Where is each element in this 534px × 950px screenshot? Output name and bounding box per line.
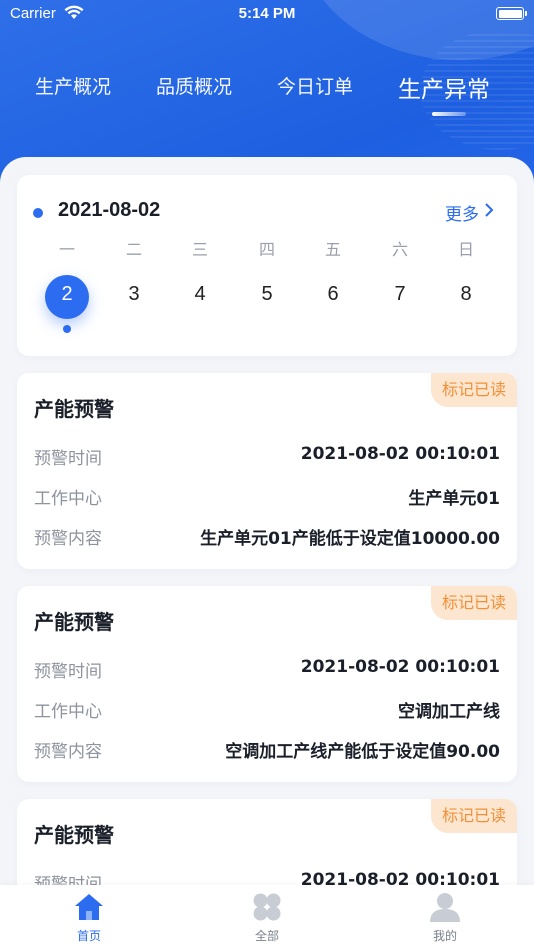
row-label: 预警内容 [34,529,102,549]
tab-label: 首页 [76,929,101,943]
tab-today-orders[interactable]: 今日订单 [277,72,353,99]
alert-row-time: 预警时间 2021-08-02 00:10:01 [34,657,500,682]
alert-title: 产能预警 [34,610,114,634]
home-icon [75,894,103,920]
row-value: 空调加工产线产能低于设定值90.00 [225,742,500,762]
row-label: 工作中心 [34,489,102,509]
alert-row-content: 预警内容 生产单元01产能低于设定值10000.00 [34,524,500,549]
more-link[interactable]: 更多 [445,200,479,225]
status-bar: Carrier 5:14 PM [0,0,534,30]
calendar-day[interactable]: 5 [245,283,289,306]
calendar-day[interactable]: 2 [45,283,89,306]
calendar-day[interactable]: 3 [112,283,156,306]
weekday-label: 六 [391,240,408,259]
calendar-dot-icon [33,208,49,218]
calendar-date: 2021-08-02 [58,199,161,221]
alert-row-content: 预警内容 空调加工产线产能低于设定值90.00 [34,737,500,762]
tab-all[interactable]: 全部 [227,885,307,950]
row-value: 空调加工产线 [398,702,500,722]
weekday-label: 四 [258,240,275,259]
weekday-label: 三 [191,240,208,259]
tab-mine[interactable]: 我的 [405,885,485,950]
calendar-day[interactable]: 4 [178,283,222,306]
chevron-right-icon[interactable] [484,202,494,218]
mark-read-button[interactable]: 标记已读 [431,799,517,833]
calendar-card: 2021-08-02 更多 一 二 三 四 五 六 日 2 3 4 5 6 7 … [17,175,517,356]
alert-row-work-center: 工作中心 生产单元01 [34,484,500,509]
selected-day-dot [63,325,71,333]
tab-quality-overview[interactable]: 品质概况 [156,72,232,99]
alert-row-time: 预警时间 2021-08-02 00:10:01 [34,444,500,469]
grid-icon [253,893,281,921]
row-value: 生产单元01产能低于设定值10000.00 [200,529,500,549]
battery-icon [496,7,527,20]
tab-label: 我的 [432,929,457,943]
weekday-label: 一 [58,240,75,259]
top-tabs: 生产概况 品质概况 今日订单 生产异常 [0,68,534,118]
row-value: 生产单元01 [408,489,500,509]
bottom-tab-bar: 首页 全部 我的 [0,885,534,950]
weekday-label: 二 [125,240,142,259]
row-label: 预警时间 [34,662,102,682]
mark-read-button[interactable]: 标记已读 [431,586,517,620]
tab-production-exceptions[interactable]: 生产异常 [398,70,490,104]
alert-card[interactable]: 产能预警 标记已读 预警时间 2021-08-02 00:10:01 工作中心 … [17,373,517,569]
alert-row-work-center: 工作中心 空调加工产线 [34,697,500,722]
alert-title: 产能预警 [34,397,114,421]
weekday-label: 日 [457,240,474,259]
calendar-day[interactable]: 7 [378,283,422,306]
tab-production-overview[interactable]: 生产概况 [35,72,111,99]
tab-label: 全部 [254,929,279,943]
calendar-day[interactable]: 8 [444,283,488,306]
calendar-day[interactable]: 6 [311,283,355,306]
alert-title: 产能预警 [34,823,114,847]
active-tab-indicator [432,112,466,116]
row-value: 2021-08-02 00:10:01 [300,444,500,464]
row-label: 工作中心 [34,702,102,722]
alert-card[interactable]: 产能预警 标记已读 预警时间 2021-08-02 00:10:01 工作中心 … [17,586,517,782]
user-icon [430,893,460,922]
row-label: 预警时间 [34,449,102,469]
status-time: 5:14 PM [238,5,296,22]
mark-read-button[interactable]: 标记已读 [431,373,517,407]
row-label: 预警内容 [34,742,102,762]
weekday-label: 五 [324,240,341,259]
row-value: 2021-08-02 00:10:01 [300,657,500,677]
tab-home[interactable]: 首页 [49,885,129,950]
